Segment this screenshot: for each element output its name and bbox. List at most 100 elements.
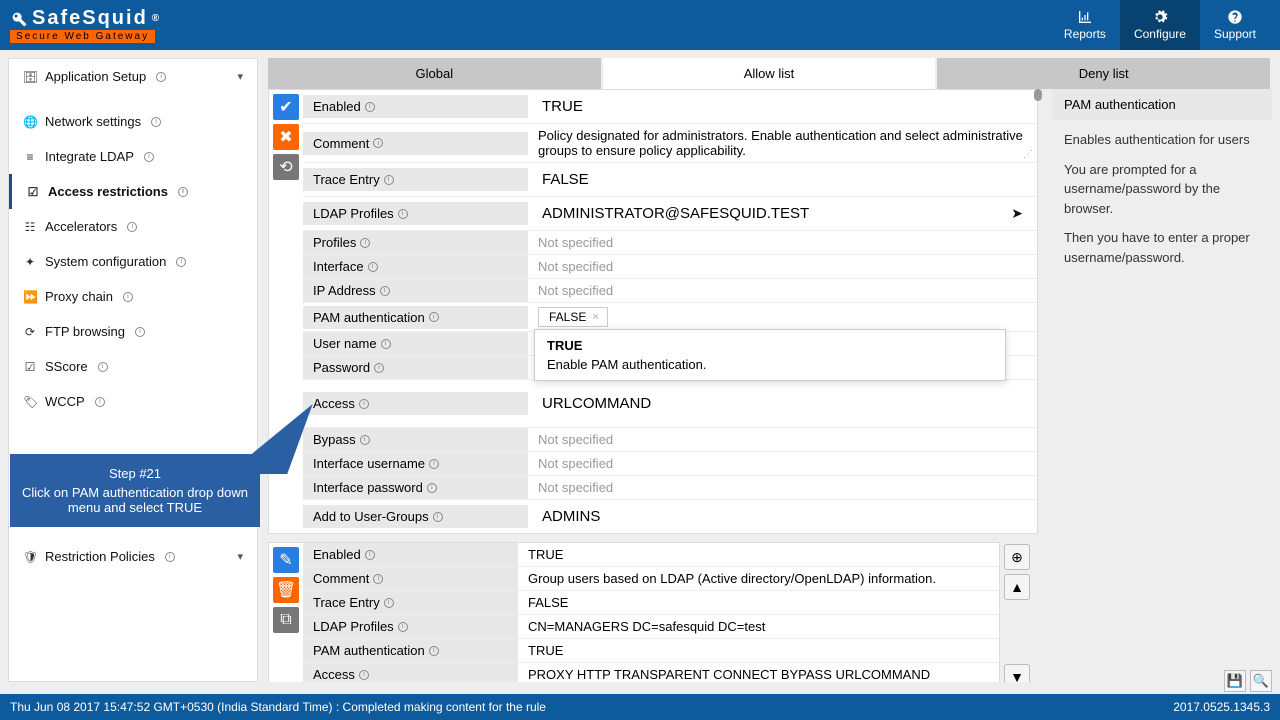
field-label: Interface	[313, 259, 364, 274]
field-label: PAM authentication	[313, 643, 425, 658]
sidebar-label: FTP browsing	[45, 324, 125, 339]
apply-button[interactable]: ✔	[273, 94, 299, 120]
cancel-button[interactable]: ✖	[273, 124, 299, 150]
field-label: User name	[313, 336, 377, 351]
info-icon[interactable]: i	[360, 435, 370, 445]
nav-support-label: Support	[1214, 27, 1256, 41]
info-icon[interactable]: i	[384, 598, 394, 608]
nav-support[interactable]: Support	[1200, 0, 1270, 50]
info-icon: i	[98, 362, 108, 372]
ifuser-value[interactable]: Not specified	[528, 452, 1037, 475]
info-icon: i	[165, 552, 175, 562]
info-icon[interactable]: i	[429, 459, 439, 469]
info-icon[interactable]: i	[368, 262, 378, 272]
sidebar-item-sysconf[interactable]: ✦ System configuration i	[9, 244, 257, 279]
sidebar-item-wccp[interactable]: 🏷 WCCP i	[9, 384, 257, 419]
sidebar-item-sscore[interactable]: ☑ SScore i	[9, 349, 257, 384]
sidebar-item-access[interactable]: ☑ Access restrictions i	[9, 174, 257, 209]
field-label: Profiles	[313, 235, 356, 250]
resize-icon[interactable]: ⋰	[1023, 149, 1033, 160]
comment-textarea[interactable]: Policy designated for administrators. En…	[528, 124, 1037, 162]
nav-reports[interactable]: Reports	[1050, 0, 1120, 50]
field-label: Comment	[313, 136, 369, 151]
sidebar-item-restriction[interactable]: 🛡 Restriction Policies i ▾	[9, 539, 257, 574]
info-icon[interactable]: i	[398, 209, 408, 219]
info-icon[interactable]: i	[380, 286, 390, 296]
dropdown-option-true[interactable]: TRUE	[547, 338, 993, 353]
pam-dropdown[interactable]: FALSE×	[528, 303, 1037, 331]
remove-icon[interactable]: ×	[592, 311, 598, 323]
save-button[interactable]: 💾	[1224, 670, 1246, 692]
pam-value: TRUE	[518, 639, 999, 662]
edit-button[interactable]: ✎	[273, 547, 299, 573]
delete-button[interactable]: 🗑	[273, 577, 299, 603]
bypass-value[interactable]: Not specified	[528, 428, 1037, 451]
nav-reports-label: Reports	[1064, 27, 1106, 41]
info-icon[interactable]: i	[365, 102, 375, 112]
sidebar-item-app-setup[interactable]: 🗄 Application Setup i ▾	[9, 59, 257, 94]
callout-body: Click on PAM authentication drop down me…	[22, 485, 248, 515]
clone-button[interactable]: ⧉	[273, 607, 299, 633]
scrollbar-thumb[interactable]	[1034, 89, 1042, 101]
info-icon[interactable]: i	[374, 363, 384, 373]
info-icon[interactable]: i	[373, 574, 383, 584]
info-icon[interactable]: i	[359, 399, 369, 409]
comment-text: Policy designated for administrators. En…	[538, 128, 1027, 158]
move-down-button[interactable]: ▼	[1004, 664, 1030, 682]
move-up-button[interactable]: ▲	[1004, 574, 1030, 600]
enabled-value: TRUE	[518, 543, 999, 566]
info-icon[interactable]: i	[360, 238, 370, 248]
tab-deny[interactable]: Deny list	[937, 58, 1272, 89]
field-label: Bypass	[313, 432, 356, 447]
info-icon[interactable]: i	[359, 670, 369, 680]
field-label: Enabled	[313, 99, 361, 114]
addgrp-value[interactable]: ADMINS	[528, 500, 1037, 533]
info-icon[interactable]: i	[427, 483, 437, 493]
search-button[interactable]: 🔍	[1250, 670, 1272, 692]
info-icon[interactable]: i	[398, 622, 408, 632]
footer-tools: 💾 🔍	[1224, 670, 1272, 692]
trace-value[interactable]: FALSE	[528, 163, 1037, 196]
ip-value[interactable]: Not specified	[528, 279, 1037, 302]
sidebar-item-accel[interactable]: ☷ Accelerators i	[9, 209, 257, 244]
send-icon[interactable]: ➤	[1011, 205, 1023, 222]
nav-configure[interactable]: Configure	[1120, 0, 1200, 50]
info-icon[interactable]: i	[433, 512, 443, 522]
profiles-value[interactable]: Not specified	[528, 231, 1037, 254]
add-above-button[interactable]: ⊕	[1004, 544, 1030, 570]
pam-tag[interactable]: FALSE×	[538, 307, 608, 327]
sidebar-item-network[interactable]: 🌐 Network settings i	[9, 104, 257, 139]
info-icon[interactable]: i	[381, 339, 391, 349]
info-icon[interactable]: i	[384, 175, 394, 185]
sidebar-item-ftp[interactable]: ⟳ FTP browsing i	[9, 314, 257, 349]
interface-value[interactable]: Not specified	[528, 255, 1037, 278]
logo-sub: Secure Web Gateway	[10, 30, 155, 43]
tab-allow[interactable]: Allow list	[603, 58, 938, 89]
sidebar-label: Network settings	[45, 114, 141, 129]
info-icon[interactable]: i	[429, 312, 439, 322]
access-value[interactable]: URLCOMMAND	[528, 387, 1037, 420]
field-label: IP Address	[313, 283, 376, 298]
field-label: Interface password	[313, 480, 423, 495]
globe-icon: 🌐	[23, 115, 37, 129]
sidebar-item-proxy[interactable]: ⏩ Proxy chain i	[9, 279, 257, 314]
help-text: Enables authentication for users	[1064, 130, 1260, 150]
pam-dropdown-popup[interactable]: TRUE Enable PAM authentication.	[534, 329, 1006, 381]
enabled-value[interactable]: TRUE	[528, 90, 1037, 123]
info-icon[interactable]: i	[429, 646, 439, 656]
info-icon[interactable]: i	[373, 138, 383, 148]
ifpass-value[interactable]: Not specified	[528, 476, 1037, 499]
sidebar-item-ldap[interactable]: ≡ Integrate LDAP i	[9, 139, 257, 174]
sidebar-label: WCCP	[45, 394, 85, 409]
top-nav: Reports Configure Support	[1050, 0, 1270, 50]
ldap-value[interactable]: ADMINISTRATOR@SAFESQUID.TEST ➤	[528, 197, 1037, 230]
tag-icon: 🏷	[23, 395, 37, 409]
main-scroll[interactable]: ✔ ✖ ⟲ Enabled i TRUE Comment i Policy design…	[268, 89, 1042, 682]
reset-button[interactable]: ⟲	[273, 154, 299, 180]
version-text: 2017.0525.1345.3	[1173, 700, 1270, 714]
info-icon: i	[151, 117, 161, 127]
ldap-text: ADMINISTRATOR@SAFESQUID.TEST	[542, 205, 809, 222]
tab-global[interactable]: Global	[268, 58, 603, 89]
info-icon[interactable]: i	[365, 550, 375, 560]
info-icon: i	[178, 187, 188, 197]
